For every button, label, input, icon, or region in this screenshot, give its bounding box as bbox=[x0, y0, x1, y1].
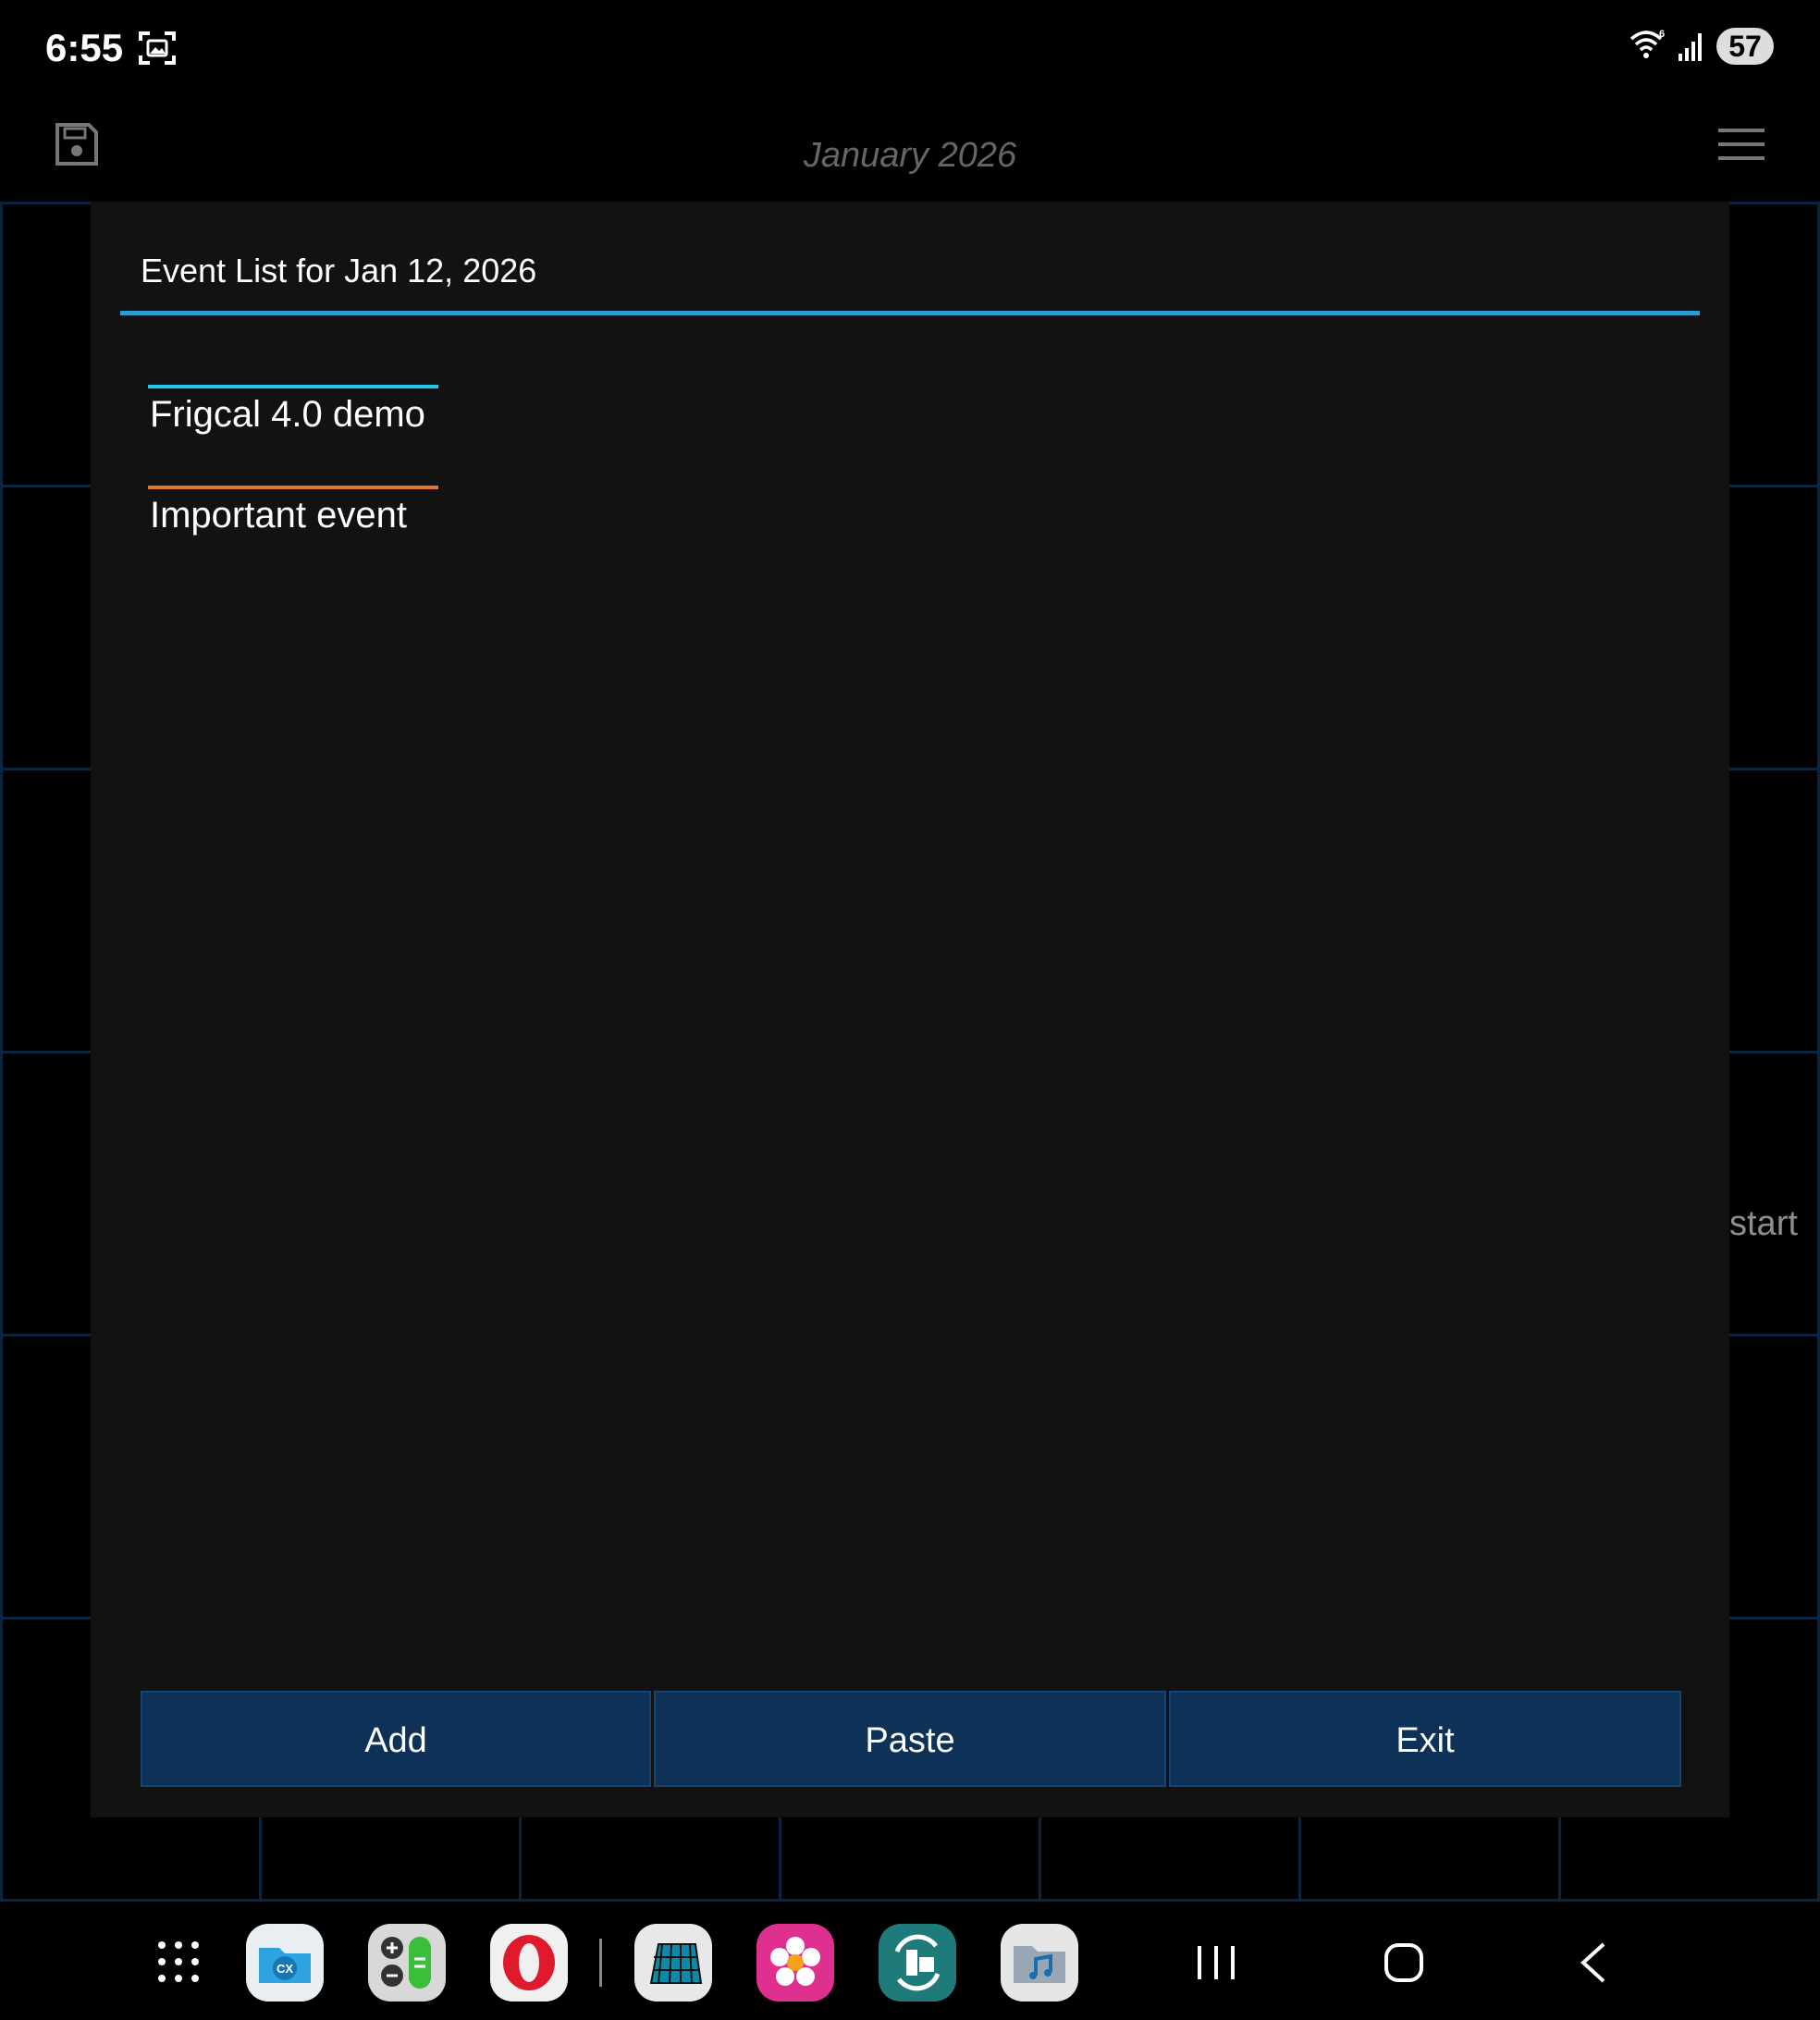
paste-button[interactable]: Paste bbox=[654, 1691, 1166, 1787]
grid-line bbox=[1039, 1816, 1041, 1902]
dock-divider bbox=[599, 1939, 602, 1987]
exit-button[interactable]: Exit bbox=[1169, 1691, 1681, 1787]
grid-line bbox=[1298, 1816, 1301, 1902]
svg-text:CX: CX bbox=[277, 1962, 293, 1976]
signal-icon bbox=[1679, 33, 1702, 61]
event-item-frigcal-demo[interactable]: Frigcal 4.0 demo bbox=[148, 385, 438, 448]
apps-grid-icon[interactable] bbox=[157, 1940, 200, 1983]
svg-text:6: 6 bbox=[1659, 29, 1665, 40]
battery-level: 57 bbox=[1716, 28, 1774, 65]
grid-line bbox=[1558, 1816, 1561, 1902]
recents-icon[interactable] bbox=[1195, 1944, 1237, 1981]
grid-line bbox=[779, 1816, 781, 1902]
status-time: 6:55 bbox=[45, 26, 124, 69]
calculator-app-icon[interactable] bbox=[368, 1924, 446, 2002]
dialog-title: Event List for Jan 12, 2026 bbox=[141, 252, 537, 289]
grid-line bbox=[259, 1816, 262, 1902]
event-list-dialog: Event List for Jan 12, 2026 Frigcal 4.0 … bbox=[91, 202, 1729, 1817]
back-icon[interactable] bbox=[1576, 1940, 1609, 1985]
add-button[interactable]: Add bbox=[141, 1691, 651, 1787]
grid-line bbox=[519, 1816, 522, 1902]
app-bar: January 2026 bbox=[0, 97, 1820, 202]
event-label: Frigcal 4.0 demo bbox=[150, 394, 425, 435]
backup-sync-app-icon[interactable] bbox=[879, 1924, 956, 2002]
screenshot-icon bbox=[139, 31, 176, 65]
taskbar: CX bbox=[0, 1902, 1820, 2020]
calendar-event-start-label[interactable]: start bbox=[1729, 1204, 1798, 1244]
grid-line bbox=[0, 202, 3, 1902]
dialog-button-row: Add Paste Exit bbox=[141, 1691, 1681, 1787]
menu-icon[interactable] bbox=[1718, 127, 1765, 162]
event-label: Important event bbox=[150, 495, 407, 536]
cx-file-explorer-app-icon[interactable]: CX bbox=[246, 1924, 324, 2002]
month-title: January 2026 bbox=[803, 136, 1017, 175]
event-color-bar bbox=[148, 486, 438, 489]
gallery-app-icon[interactable] bbox=[756, 1924, 834, 2002]
opera-browser-app-icon[interactable] bbox=[490, 1924, 568, 2002]
wifi-icon: 6 bbox=[1629, 29, 1665, 58]
calendar-app-icon[interactable] bbox=[634, 1924, 712, 2002]
home-icon[interactable] bbox=[1383, 1942, 1424, 1983]
event-color-bar bbox=[148, 385, 438, 388]
music-folder-app-icon[interactable] bbox=[1001, 1924, 1078, 2002]
dialog-title-divider bbox=[120, 311, 1700, 315]
status-bar: 6:55 6 57 bbox=[0, 0, 1820, 97]
event-item-important-event[interactable]: Important event bbox=[148, 486, 438, 548]
